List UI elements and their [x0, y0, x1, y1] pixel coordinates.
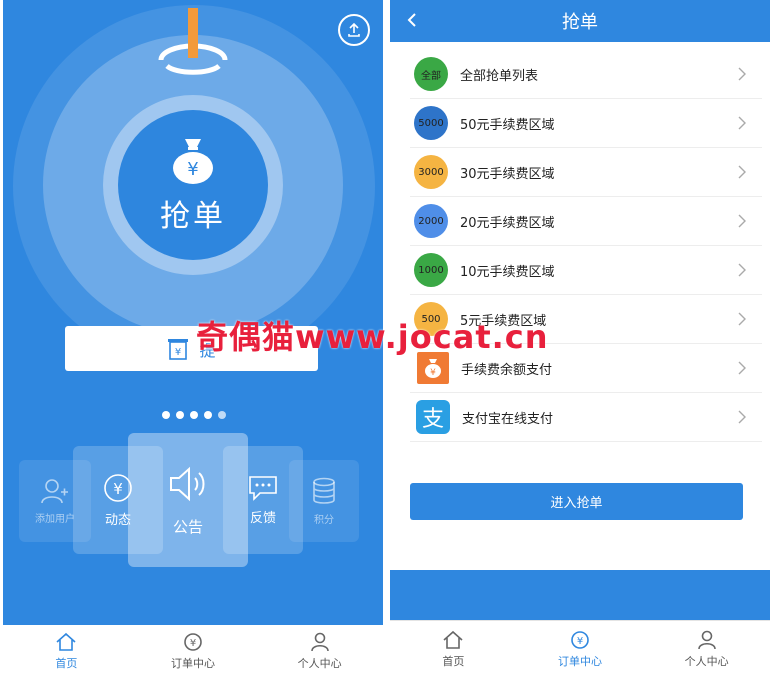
zone-badge: 全部	[414, 57, 448, 91]
svg-text:¥: ¥	[175, 347, 181, 358]
carousel-dot[interactable]	[190, 411, 198, 419]
order-coin-icon: ¥	[571, 631, 589, 649]
chevron-right-icon	[738, 361, 746, 375]
card-notice-label: 公告	[172, 517, 203, 536]
chevron-right-icon	[738, 67, 746, 81]
watermark: 奇偶猫www.jocat.cn	[196, 318, 549, 356]
carousel-dots	[162, 411, 226, 419]
carousel-dot[interactable]	[204, 411, 212, 419]
grab-order-button[interactable]: ¥ 抢单	[118, 110, 268, 260]
share-button[interactable]	[338, 14, 370, 46]
carousel-dot[interactable]	[176, 411, 184, 419]
tab-home[interactable]: 首页	[390, 621, 517, 678]
database-icon	[313, 477, 335, 504]
home-icon	[443, 630, 463, 649]
list-item[interactable]: 支 支付宝在线支付	[410, 393, 762, 442]
chevron-right-icon	[738, 165, 746, 179]
header-bar: 抢单	[390, 0, 770, 42]
grab-order-label: 抢单	[160, 199, 226, 234]
svg-text:¥: ¥	[113, 480, 123, 498]
card-feedback-label: 反馈	[249, 510, 276, 526]
list-item-label: 10元手续费区域	[460, 264, 555, 280]
card-add-user-label: 添加用户	[35, 513, 75, 525]
tab-profile[interactable]: 个人中心	[256, 625, 383, 678]
tab-home[interactable]: 首页	[3, 625, 130, 678]
list-item[interactable]: 3000 30元手续费区域	[410, 148, 762, 197]
carousel-dot-active[interactable]	[218, 411, 226, 419]
chevron-left-icon	[407, 13, 416, 27]
list-item[interactable]: 5000 50元手续费区域	[410, 99, 762, 148]
list-item[interactable]: 2000 20元手续费区域	[410, 197, 762, 246]
chevron-right-icon	[738, 263, 746, 277]
tab-orders-label: 订单中心	[171, 657, 215, 670]
home-icon	[56, 632, 76, 651]
chevron-right-icon	[738, 214, 746, 228]
tab-orders[interactable]: ¥ 订单中心	[130, 625, 257, 678]
tab-profile-label: 个人中心	[684, 655, 729, 668]
list-item-label: 30元手续费区域	[460, 166, 555, 182]
list-item-label: 全部抢单列表	[460, 68, 539, 84]
tab-profile[interactable]: 个人中心	[643, 621, 770, 678]
receipt-icon: ¥	[168, 338, 189, 360]
carousel-dot[interactable]	[162, 411, 170, 419]
zone-badge: 1000	[414, 253, 448, 287]
card-points-label: 积分	[314, 514, 334, 526]
list-item-label: 50元手续费区域	[460, 117, 555, 133]
person-icon	[310, 632, 329, 652]
bottom-banner	[390, 570, 770, 620]
tab-home-label: 首页	[442, 655, 465, 668]
list-item-label: 20元手续费区域	[460, 215, 555, 231]
screenshot-stage: ¥ 抢单 ¥ 提 添加用户 积分 ¥ 动态 反馈 公告 首页 ¥ 订单中心 个人…	[0, 0, 775, 678]
alipay-icon: 支	[416, 400, 450, 434]
tab-profile-label: 个人中心	[297, 657, 342, 670]
zone-badge: 5000	[414, 106, 448, 140]
list-item-label: 手续费余额支付	[461, 362, 553, 378]
zone-badge: 3000	[414, 155, 448, 189]
tab-orders-label: 订单中心	[558, 655, 602, 668]
zone-badge: 2000	[414, 204, 448, 238]
bottom-tab-bar: 首页 ¥ 订单中心 个人中心	[3, 625, 383, 678]
chat-bubble-icon	[249, 475, 277, 501]
card-notice[interactable]: 公告	[128, 433, 248, 567]
svg-text:¥: ¥	[187, 159, 198, 180]
speaker-icon	[170, 466, 205, 501]
list-item[interactable]: 1000 10元手续费区域	[410, 246, 762, 295]
enter-grab-button[interactable]: 进入抢单	[410, 483, 743, 520]
chevron-right-icon	[738, 116, 746, 130]
back-button[interactable]	[400, 8, 424, 32]
list-item-label: 支付宝在线支付	[462, 411, 554, 427]
bottom-tab-bar: 首页 ¥ 订单中心 个人中心	[390, 620, 770, 678]
svg-text:¥: ¥	[190, 638, 196, 649]
tab-orders[interactable]: ¥ 订单中心	[517, 621, 644, 678]
add-user-icon	[41, 478, 68, 503]
person-icon	[697, 630, 716, 650]
svg-text:¥: ¥	[577, 636, 583, 647]
money-bag-icon: ¥	[173, 139, 213, 184]
chevron-right-icon	[738, 410, 746, 424]
page-title: 抢单	[562, 12, 598, 33]
zone-list: 全部 全部抢单列表 5000 50元手续费区域 3000 30元手续费区域 20…	[410, 50, 762, 442]
app-logo-icon	[158, 8, 228, 75]
upload-icon	[348, 22, 360, 37]
svg-text:¥: ¥	[430, 368, 436, 378]
order-coin-icon: ¥	[184, 633, 202, 651]
chevron-right-icon	[738, 312, 746, 326]
list-item[interactable]: 全部 全部抢单列表	[410, 50, 762, 99]
tab-home-label: 首页	[55, 657, 78, 670]
